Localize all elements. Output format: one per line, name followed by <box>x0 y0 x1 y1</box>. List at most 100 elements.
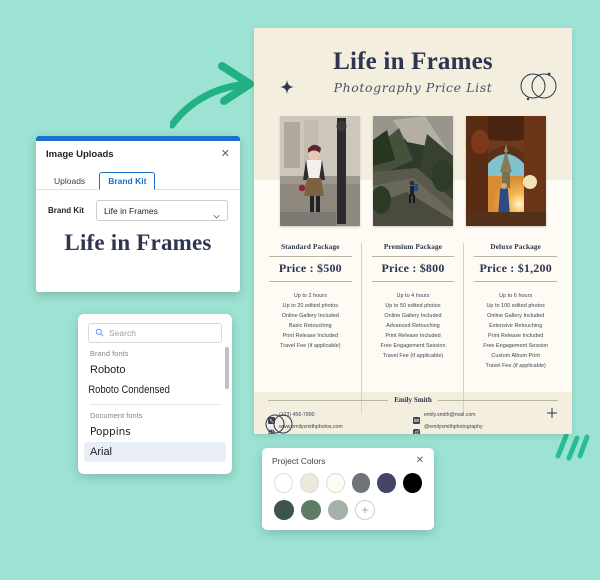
search-icon <box>95 324 104 342</box>
add-color-button[interactable]: + <box>355 500 375 520</box>
feature-item: Print Release Included <box>385 333 441 339</box>
feature-item: Extensive Retouching <box>489 323 543 329</box>
divider <box>437 399 559 401</box>
font-item-arial[interactable]: Arial <box>84 442 226 462</box>
feature-item: Print Release Included <box>488 333 544 339</box>
feature-item: Up to 20 edited photos <box>282 303 339 309</box>
color-swatch[interactable] <box>328 500 348 520</box>
feature-item: Up to 100 edited photos <box>486 303 545 309</box>
panel-header: Project Colors ✕ <box>262 448 434 467</box>
color-swatch-row: + <box>262 493 434 520</box>
package-price: Price : $800 <box>381 261 445 275</box>
color-swatch[interactable] <box>274 500 294 520</box>
color-swatch[interactable] <box>403 473 422 493</box>
color-swatch[interactable] <box>377 473 397 493</box>
package-name: Standard Package <box>281 243 340 251</box>
photographer-name: Emily Smith <box>394 396 432 404</box>
divider <box>371 281 455 282</box>
package-features: Up to 6 hours Up to 100 edited photos On… <box>467 291 564 371</box>
poster-footer: Emily Smith (123) 456-7890 www.emilysmit… <box>268 396 559 434</box>
package-column: Premium Package Price : $800 Up to 4 hou… <box>365 243 465 413</box>
poster-title: Life in Frames <box>333 48 493 75</box>
brand-kit-selected-value: Life in Frames <box>104 205 158 216</box>
divider <box>474 256 558 257</box>
feature-item: Print Release Included <box>282 333 338 339</box>
feature-item: Basic Retouching <box>288 323 332 329</box>
divider <box>474 281 558 282</box>
color-swatch[interactable] <box>351 473 371 493</box>
feature-item: Custom Album Print <box>491 353 540 359</box>
font-item-roboto[interactable]: Roboto <box>78 360 232 380</box>
brand-kit-select[interactable]: Life in Frames <box>96 200 228 221</box>
package-column: Standard Package Price : $500 Up to 2 ho… <box>262 243 362 413</box>
font-item-roboto-condensed[interactable]: Roboto Condensed <box>78 380 210 400</box>
package-columns: Standard Package Price : $500 Up to 2 ho… <box>262 243 564 413</box>
feature-item: Travel Fee (if applicable) <box>382 353 444 359</box>
brand-kit-row: Brand Kit Life in Frames <box>36 190 240 221</box>
scrollbar-thumb[interactable] <box>225 347 229 389</box>
color-swatch[interactable] <box>274 473 293 493</box>
instagram-icon <box>413 423 420 434</box>
package-name: Deluxe Package <box>490 243 541 251</box>
feature-item: Free Engagement Session <box>380 343 446 349</box>
close-icon[interactable]: ✕ <box>416 456 424 466</box>
feature-item: Up to 2 hours <box>293 293 327 299</box>
color-swatch[interactable] <box>299 473 319 493</box>
search-input[interactable]: Search <box>88 323 222 343</box>
footer-name-row: Emily Smith <box>268 396 559 404</box>
brand-kit-label: Brand Kit <box>48 206 84 215</box>
street-fashion-photo <box>280 116 360 226</box>
brand-kit-preview-text: Life in Frames <box>64 230 212 255</box>
contact-column-right: emily.smith@mail.com @emilysmithphotogra… <box>413 411 558 434</box>
feature-item: Online Gallery Included <box>384 313 442 319</box>
project-colors-panel: Project Colors ✕ + <box>262 448 434 530</box>
contact-row: @emilysmithphotography <box>413 423 558 434</box>
font-picker-panel: Search Brand fonts Roboto Roboto Condens… <box>78 314 232 474</box>
package-features: Up to 2 hours Up to 20 edited photos Onl… <box>262 291 359 351</box>
price-list-poster: Life in Frames Photography Price List St… <box>254 28 572 434</box>
poster-subtitle: Photography Price List <box>333 80 493 95</box>
tab-uploads[interactable]: Uploads <box>46 173 93 189</box>
feature-item: Travel Fee (if applicable) <box>485 363 546 369</box>
divider <box>269 281 352 282</box>
package-price: Price : $500 <box>278 261 342 275</box>
panel-header: Image Uploads ✕ <box>36 141 240 167</box>
package-column: Deluxe Package Price : $1,200 Up to 6 ho… <box>467 243 564 371</box>
feature-item: Travel Fee (if applicable) <box>280 343 341 349</box>
column-divider <box>463 243 465 413</box>
feature-item: Advanced Retouching <box>386 323 440 329</box>
group-label-brand-fonts: Brand fonts <box>90 349 129 358</box>
overlapping-circles-logo-icon <box>264 412 294 434</box>
feature-item: Up to 50 edited photos <box>385 303 441 309</box>
column-divider <box>360 243 362 413</box>
temple-sunset-photo <box>466 116 546 226</box>
color-swatch[interactable] <box>325 473 345 493</box>
font-item-poppins[interactable]: Poppins <box>78 422 232 442</box>
package-name: Premium Package <box>383 243 443 251</box>
feature-item: Online Gallery Included <box>487 313 545 319</box>
feature-item: Free Engagement Session <box>483 343 549 349</box>
package-features: Up to 4 hours Up to 50 edited photos Onl… <box>365 291 462 361</box>
tab-brand-kit[interactable]: Brand Kit <box>99 172 156 190</box>
plus-icon <box>546 406 558 418</box>
color-swatch-row <box>262 466 434 493</box>
divider <box>371 256 455 257</box>
contact-text: emily.smith@mail.com <box>424 411 476 418</box>
color-swatch[interactable] <box>301 500 321 520</box>
feature-item: Up to 4 hours <box>396 293 430 299</box>
poster-photo-row <box>254 116 572 226</box>
mountain-hiker-photo <box>373 116 453 226</box>
group-label-document-fonts: Document fonts <box>90 411 143 420</box>
chevron-down-icon <box>213 207 220 219</box>
feature-item: Up to 6 hours <box>499 293 533 299</box>
image-uploads-panel: Image Uploads ✕ Uploads Brand Kit Brand … <box>36 136 240 292</box>
panel-tabs: Uploads Brand Kit <box>36 167 240 190</box>
feature-item: Online Gallery Included <box>281 313 339 319</box>
divider <box>268 399 389 401</box>
mail-icon <box>413 411 420 424</box>
close-icon[interactable]: ✕ <box>221 148 230 160</box>
package-price: Price : $1,200 <box>479 261 552 275</box>
panel-title: Image Uploads <box>46 148 114 160</box>
contact-row: emily.smith@mail.com <box>413 411 558 424</box>
contact-details: (123) 456-7890 www.emilysmithphotos.com <box>268 411 558 434</box>
